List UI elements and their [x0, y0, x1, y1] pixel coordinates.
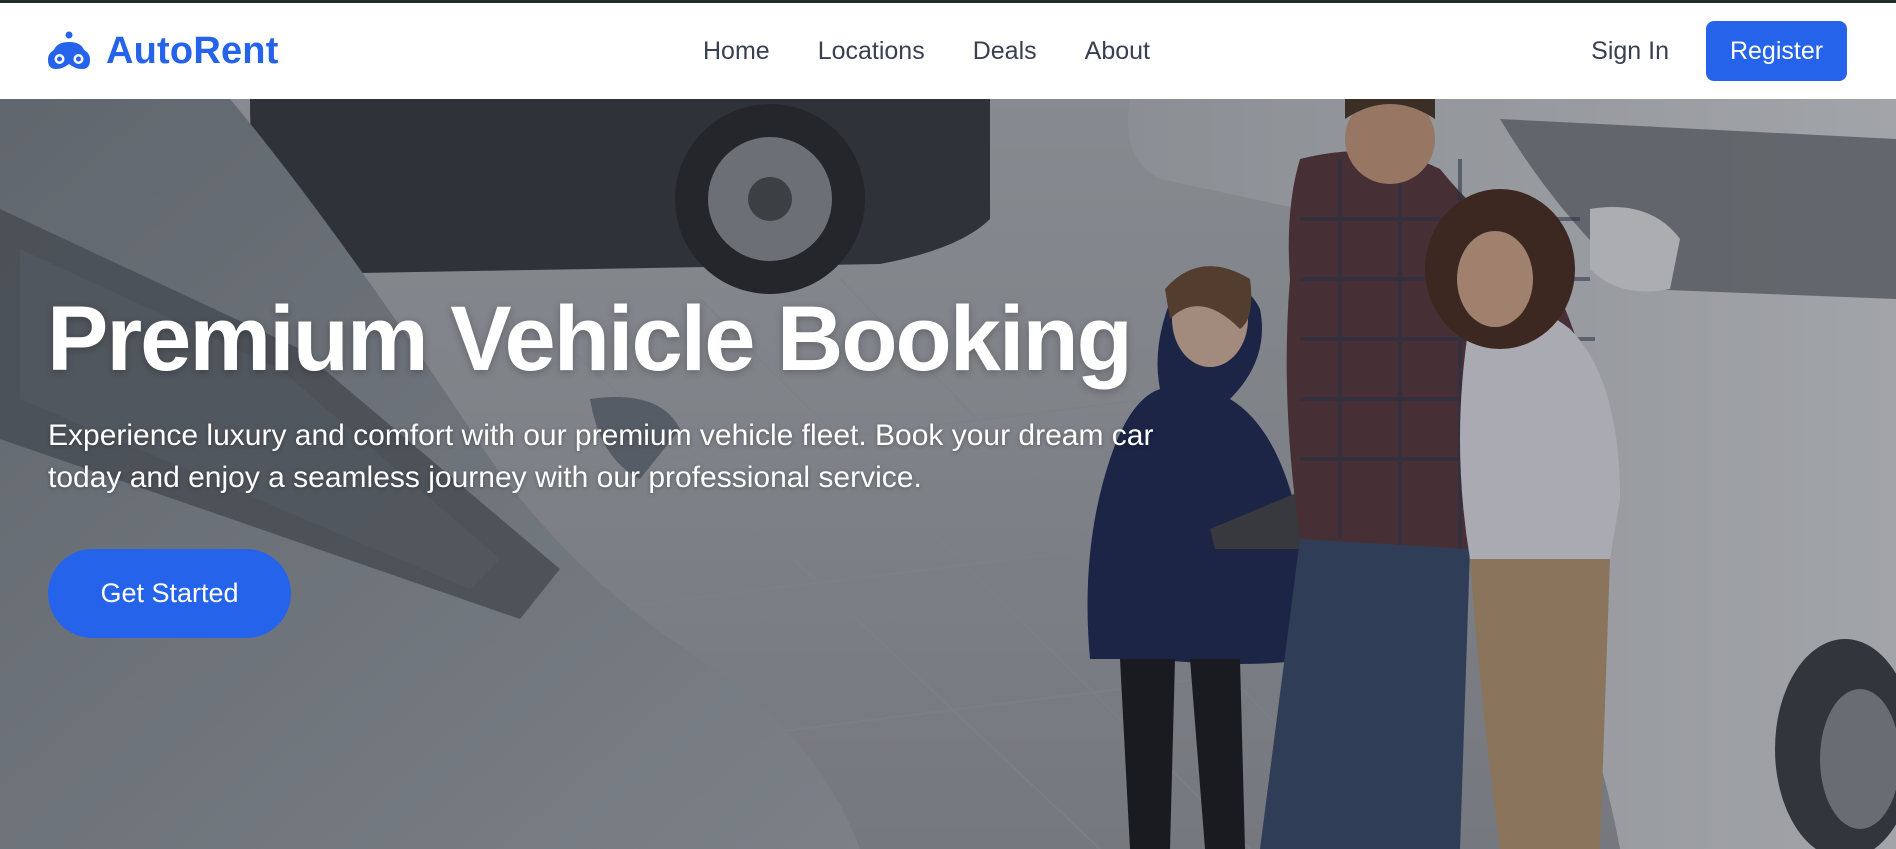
nav-link-home[interactable]: Home	[703, 37, 770, 66]
brand-logo[interactable]: AutoRent	[46, 3, 279, 99]
main-nav: Home Locations Deals About	[703, 3, 1150, 99]
car-front-icon	[48, 31, 90, 69]
navbar: AutoRent Home Locations Deals About Sign…	[0, 3, 1896, 99]
auth-actions: Sign In Register	[1591, 3, 1847, 99]
get-started-button[interactable]: Get Started	[48, 549, 291, 638]
hero-subtitle: Experience luxury and comfort with our p…	[48, 419, 1154, 494]
nav-link-about[interactable]: About	[1085, 37, 1150, 66]
brand-name: AutoRent	[106, 29, 279, 72]
hero-section: Premium Vehicle Booking Experience luxur…	[0, 99, 1896, 849]
sign-in-link[interactable]: Sign In	[1591, 37, 1669, 66]
hero-title: Premium Vehicle Booking	[47, 288, 1133, 390]
nav-link-deals[interactable]: Deals	[973, 37, 1037, 66]
register-button[interactable]: Register	[1706, 21, 1847, 81]
nav-link-locations[interactable]: Locations	[818, 37, 925, 66]
